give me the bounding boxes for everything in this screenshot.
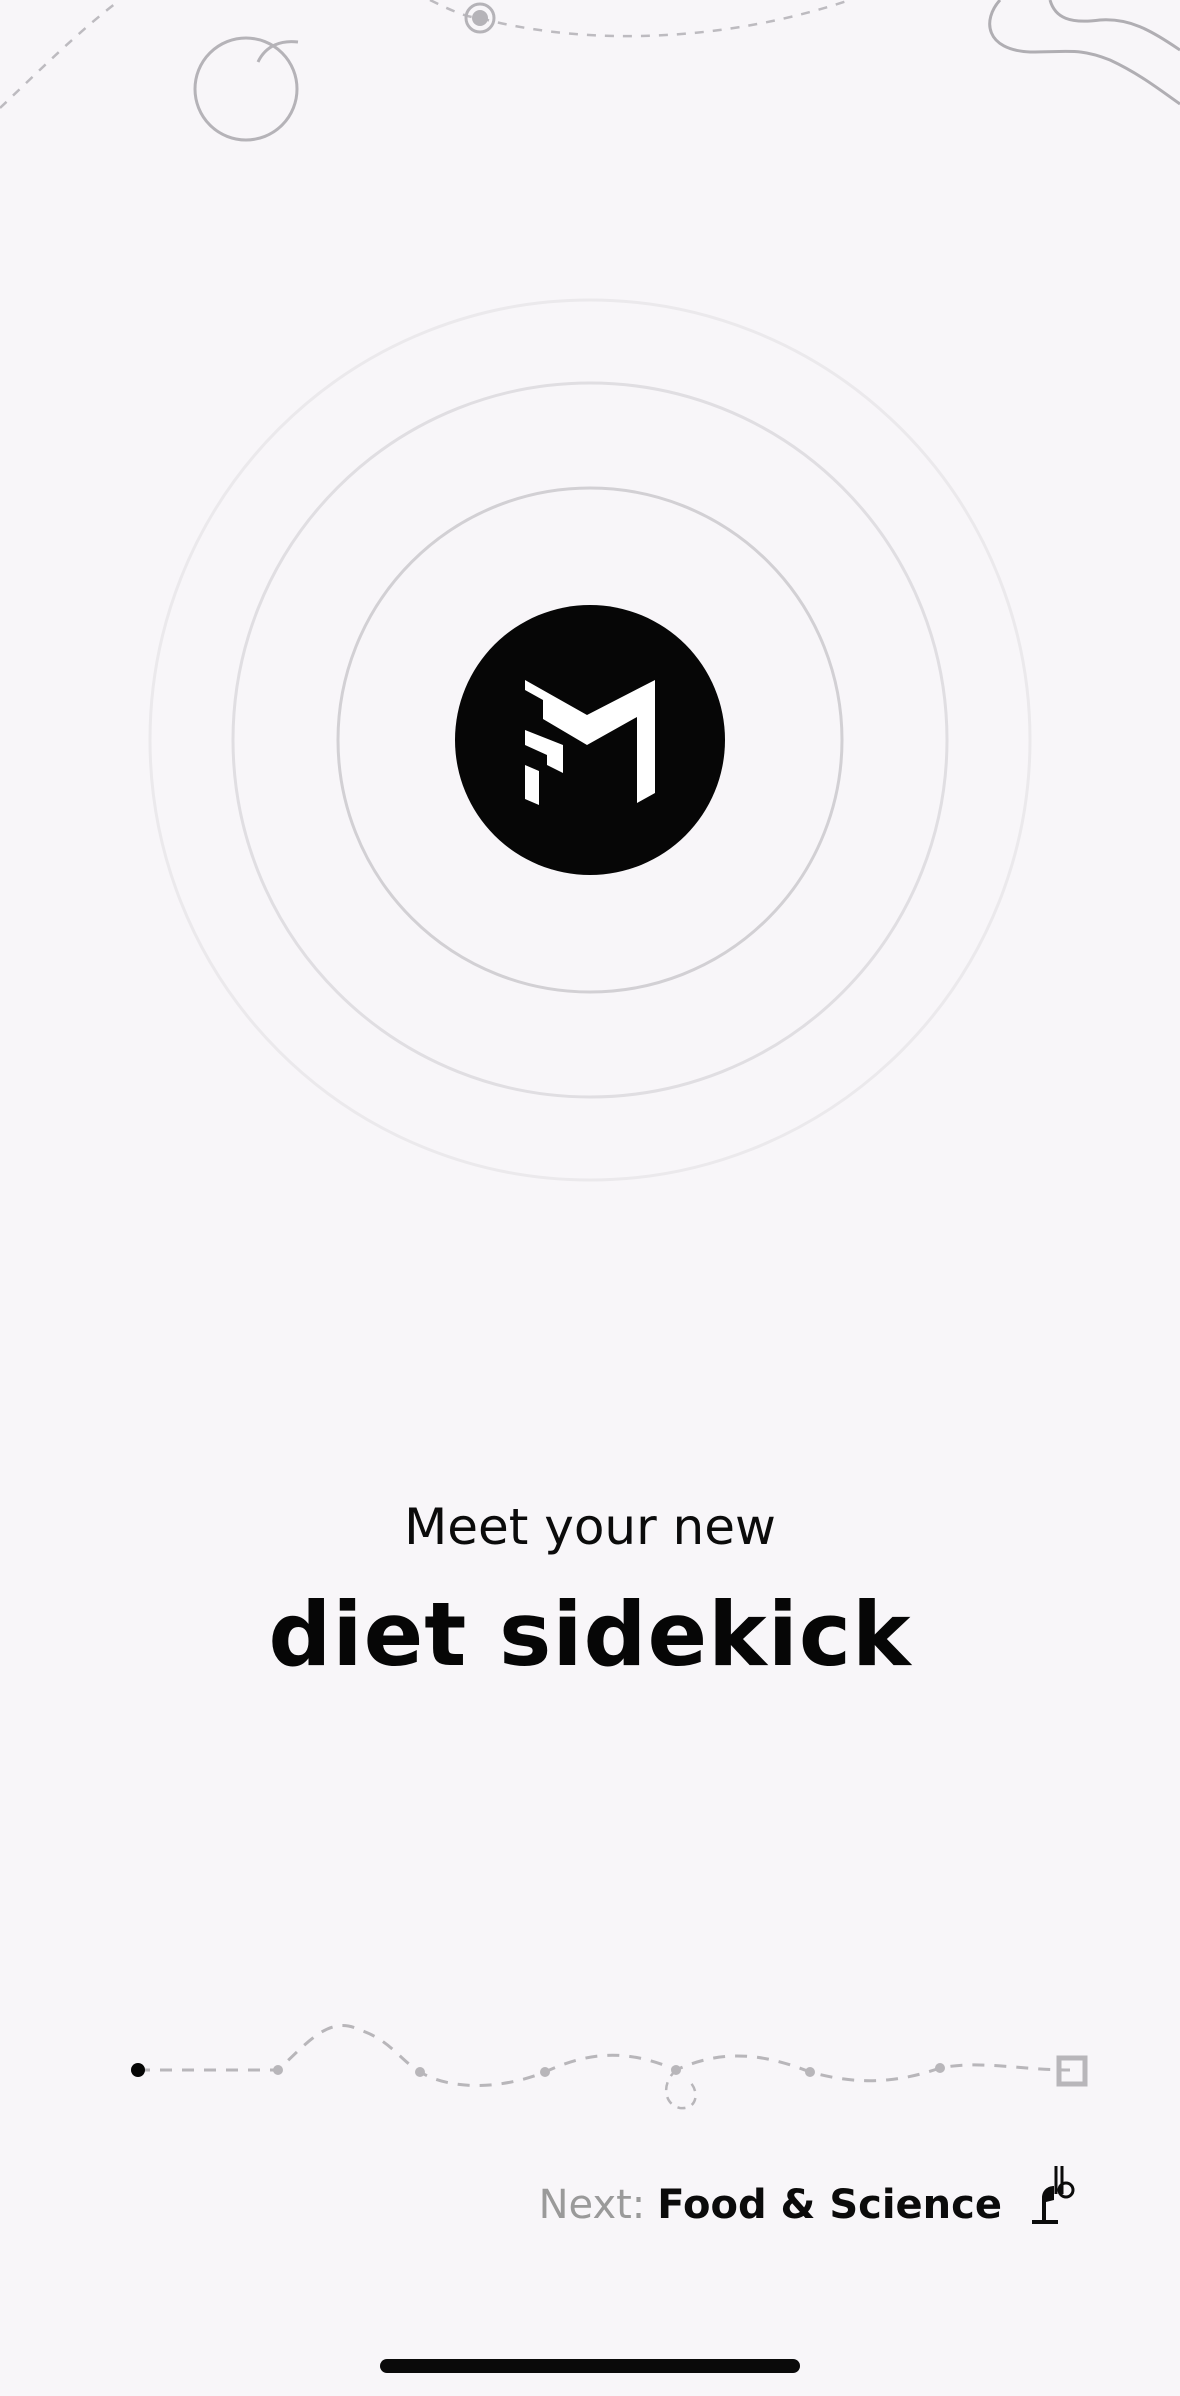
boot-icon[interactable] [1026, 2158, 1076, 2228]
next-step-link[interactable]: Next: Food & Science [539, 2175, 1002, 2235]
intro-line: Meet your new [404, 1498, 776, 1556]
next-step-title: Food & Science [657, 2182, 1002, 2228]
onboarding-progress-path [131, 2024, 1088, 2110]
onboarding-screen: Meet your new diet sidekick Next: Food &… [0, 0, 1180, 2396]
pulse-rings [148, 298, 1032, 1182]
home-indicator[interactable] [380, 2359, 800, 2373]
progress-dot-current [131, 2063, 145, 2077]
next-label: Next: [538, 2182, 646, 2228]
headline: diet sidekick [268, 1583, 912, 1686]
m-brand-logo [455, 605, 725, 875]
